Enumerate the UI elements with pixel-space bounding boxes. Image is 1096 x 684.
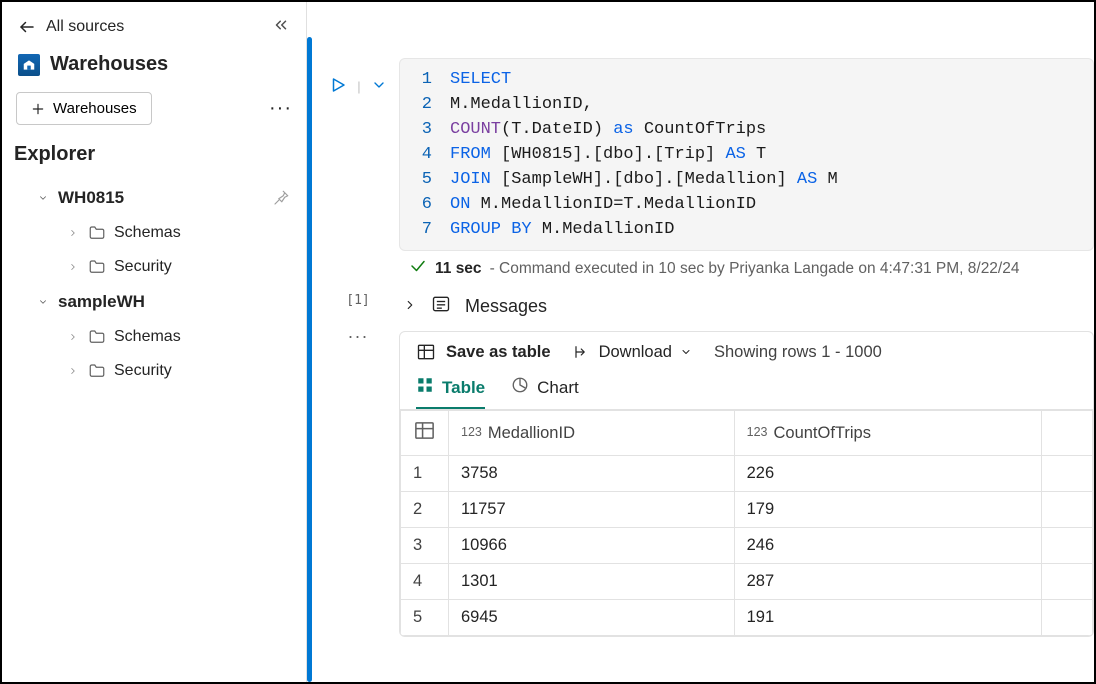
cell-countoftrips: 179 (734, 492, 1041, 528)
save-as-table-button[interactable]: Save as table (416, 342, 551, 362)
results-corner-cell[interactable] (401, 411, 449, 456)
cell-countoftrips: 226 (734, 456, 1041, 492)
explorer-heading: Explorer (14, 139, 294, 180)
download-icon (573, 343, 591, 361)
tree-child-label: Security (114, 362, 172, 380)
chart-view-icon (511, 376, 529, 399)
cell-countoftrips: 287 (734, 564, 1041, 600)
folder-icon (88, 328, 106, 346)
tree-child-security[interactable]: Security (14, 250, 294, 284)
execution-status: 11 sec - Command executed in 10 sec by P… (399, 251, 1094, 290)
chevron-right-icon (66, 330, 80, 344)
collapse-sidebar-icon[interactable] (272, 16, 290, 37)
table-icon (413, 428, 436, 446)
cell-medallionid: 3758 (449, 456, 735, 492)
messages-expand-chevron-icon[interactable] (403, 296, 417, 317)
table-row[interactable]: 56945191 (401, 600, 1093, 636)
download-button[interactable]: Download (573, 343, 692, 362)
sidebar: All sources Warehouses Warehouses ··· Ex… (2, 2, 307, 682)
messages-icon (431, 294, 451, 319)
results-table[interactable]: 123MedallionID123CountOfTrips 1375822621… (400, 410, 1093, 636)
table-view-icon (416, 376, 434, 399)
execution-message: - Command executed in 10 sec by Priyanka… (490, 260, 1020, 278)
more-actions-icon[interactable]: ··· (269, 97, 292, 120)
tree-node-samplewh[interactable]: sampleWH (14, 284, 294, 320)
row-number: 4 (401, 564, 449, 600)
run-cell-button[interactable] (329, 76, 347, 97)
column-header-medallionid[interactable]: 123 MedallionID (449, 411, 735, 456)
column-type-badge: 123 (461, 425, 482, 439)
tree-node-label: sampleWH (58, 292, 145, 312)
tab-table[interactable]: Table (416, 376, 485, 409)
rows-showing-label: Showing rows 1 - 1000 (714, 343, 882, 362)
pin-icon[interactable] (272, 189, 290, 207)
messages-label[interactable]: Messages (465, 296, 547, 317)
success-check-icon (409, 257, 427, 280)
row-number: 5 (401, 600, 449, 636)
plus-icon (31, 102, 45, 116)
cell-medallionid: 11757 (449, 492, 735, 528)
row-number: 2 (401, 492, 449, 528)
cell-more-actions-icon[interactable]: ··· (348, 326, 369, 347)
tree-child-label: Schemas (114, 224, 181, 242)
folder-icon (88, 362, 106, 380)
table-row[interactable]: 211757179 (401, 492, 1093, 528)
tab-chart[interactable]: Chart (511, 376, 579, 409)
tree: WH0815 Schemas Security sampleWH Schemas Secu… (14, 180, 294, 388)
folder-icon (88, 224, 106, 242)
add-warehouses-button[interactable]: Warehouses (16, 92, 152, 125)
breadcrumb-all-sources[interactable]: All sources (46, 18, 124, 36)
row-number: 1 (401, 456, 449, 492)
cell-countoftrips: 246 (734, 528, 1041, 564)
chevron-right-icon (66, 260, 80, 274)
execution-duration: 11 sec (435, 260, 482, 278)
cell-medallionid: 1301 (449, 564, 735, 600)
results-view-tabs: Table Chart (400, 372, 1093, 410)
section-title: Warehouses (50, 53, 168, 76)
table-row[interactable]: 13758226 (401, 456, 1093, 492)
cell-countoftrips: 191 (734, 600, 1041, 636)
table-save-icon (416, 342, 436, 362)
folder-icon (88, 258, 106, 276)
cell-medallionid: 10966 (449, 528, 735, 564)
chevron-down-icon (680, 346, 692, 358)
tree-node-wh0815[interactable]: WH0815 (14, 180, 294, 216)
row-number: 3 (401, 528, 449, 564)
column-header-countoftrips[interactable]: 123 CountOfTrips (734, 411, 1041, 456)
chevron-down-icon (36, 295, 50, 309)
cell-execution-count: [1] (346, 293, 369, 308)
chevron-down-icon (36, 191, 50, 205)
tree-child-label: Schemas (114, 328, 181, 346)
cell-medallionid: 6945 (449, 600, 735, 636)
active-cell-indicator (307, 37, 312, 682)
results-panel: Save as table Download Showing rows 1 - … (399, 331, 1094, 637)
tree-child-schemas[interactable]: Schemas (14, 216, 294, 250)
tree-node-label: WH0815 (58, 188, 124, 208)
tree-child-security[interactable]: Security (14, 354, 294, 388)
warehouse-icon (18, 54, 40, 76)
table-row[interactable]: 310966246 (401, 528, 1093, 564)
main-area: | [1] ··· 1SELECT2M.MedallionID,3COUNT(T… (307, 2, 1094, 682)
back-arrow-icon[interactable] (18, 18, 36, 36)
sql-editor[interactable]: 1SELECT2M.MedallionID,3COUNT(T.DateID) a… (399, 58, 1094, 251)
column-name: CountOfTrips (773, 424, 871, 443)
column-type-badge: 123 (747, 425, 768, 439)
column-name: MedallionID (488, 424, 575, 443)
chevron-right-icon (66, 364, 80, 378)
cell-gutter: | [1] ··· (317, 58, 399, 682)
table-row[interactable]: 41301287 (401, 564, 1093, 600)
tree-child-schemas[interactable]: Schemas (14, 320, 294, 354)
chevron-right-icon (66, 226, 80, 240)
tree-child-label: Security (114, 258, 172, 276)
run-options-chevron-icon[interactable] (371, 77, 387, 96)
